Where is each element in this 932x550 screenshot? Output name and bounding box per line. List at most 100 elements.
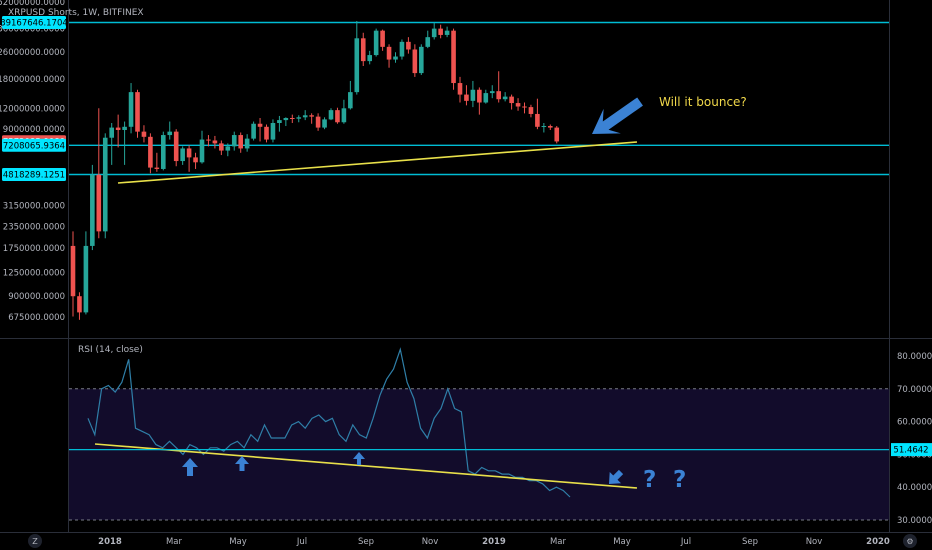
price-tick-label: 9000000.0000 <box>3 125 65 135</box>
bounce-annotation[interactable]: Will it bounce? <box>659 95 747 109</box>
candle <box>444 26 450 38</box>
candle-body <box>464 94 469 101</box>
candle <box>277 115 282 132</box>
candle <box>548 124 553 130</box>
candle <box>367 50 372 65</box>
candle <box>128 83 134 134</box>
candle <box>335 107 340 124</box>
candle <box>386 44 392 68</box>
candle <box>470 80 476 108</box>
candle-body <box>354 38 360 93</box>
candle-body <box>315 116 321 128</box>
candle <box>509 94 514 110</box>
candle-body <box>483 93 489 103</box>
candle <box>148 133 153 174</box>
time-axis[interactable]: 2018 Mar May Jul Sep Nov 2019 Mar May Jul Sep Nov 20… <box>98 537 890 547</box>
candle-body <box>309 115 314 117</box>
time-tick-label: Sep <box>358 537 374 547</box>
question-mark[interactable]: ? <box>673 467 686 493</box>
candle-body <box>451 30 456 84</box>
candle-body <box>296 117 302 119</box>
big-arrow-icon[interactable] <box>584 89 649 147</box>
candle <box>115 114 121 148</box>
candle-body <box>219 143 224 151</box>
candle-body <box>225 146 231 151</box>
candle-body <box>367 55 372 62</box>
time-tick-label: Jul <box>680 537 691 547</box>
candle <box>528 104 534 118</box>
candle-body <box>477 89 482 103</box>
candle <box>96 108 102 239</box>
candle-body <box>251 123 256 139</box>
candle <box>554 126 560 144</box>
price-badge[interactable]: 7208065.9364 <box>2 138 66 152</box>
price-tick-label: 900000.0000 <box>8 292 65 302</box>
time-tick-label: 2018 <box>98 537 122 547</box>
candle-body <box>148 136 153 168</box>
time-tick-label: 2020 <box>866 537 890 547</box>
candle-body <box>199 139 205 163</box>
candle-body <box>122 126 127 130</box>
timezone-icon: Z <box>32 537 38 546</box>
candle-body <box>399 41 405 57</box>
rsi-tick-label: 80.0000 <box>897 352 932 362</box>
candle <box>393 52 398 63</box>
candle-body <box>548 126 553 128</box>
candle <box>477 87 482 115</box>
price-badges: 39167646.17047572085.90807208065.9364481… <box>0 16 68 181</box>
candle-body <box>322 119 327 128</box>
candle-body <box>102 137 108 232</box>
question-mark[interactable]: ? <box>643 467 656 493</box>
price-tick-label: 675000.0000 <box>8 313 65 323</box>
candle-body <box>231 135 237 147</box>
candle <box>315 113 321 131</box>
candle-body <box>277 120 282 124</box>
candle-body <box>380 30 385 47</box>
candle <box>373 28 379 57</box>
candle-body <box>522 106 527 108</box>
chart-canvas: 52000000.000036000000.000026000000.00001… <box>0 0 932 548</box>
candle <box>219 140 224 156</box>
candle <box>135 89 140 138</box>
candle <box>109 123 114 165</box>
rsi-value-badge: 51.4642 <box>891 443 932 457</box>
candle-body <box>244 138 250 149</box>
candle <box>322 117 327 130</box>
candle-body <box>386 46 392 60</box>
candle-body <box>186 148 192 158</box>
price-tick-label: 18000000.0000 <box>0 75 65 85</box>
price-badge[interactable]: 4818289.1251 <box>2 168 66 181</box>
candle <box>431 22 437 40</box>
rsi-axis[interactable]: 80.000070.000060.000050.000040.000030.00… <box>897 352 932 526</box>
candle-body <box>393 56 398 60</box>
candle-body <box>77 296 82 313</box>
candle <box>231 131 237 151</box>
candle <box>180 146 185 165</box>
candle <box>354 20 360 95</box>
rsi-badge-label: 51.4642 <box>893 446 928 456</box>
price-axis[interactable]: 52000000.000036000000.000026000000.00001… <box>0 0 65 323</box>
candle-body <box>96 174 102 232</box>
candle <box>541 123 547 133</box>
candle-body <box>554 127 560 142</box>
candle-body <box>109 127 114 138</box>
time-tick-label: Sep <box>742 537 758 547</box>
candle <box>173 129 179 167</box>
candle-body <box>419 46 424 74</box>
time-tick-label: Mar <box>550 537 567 547</box>
candle <box>90 164 95 251</box>
candle-body <box>141 131 147 137</box>
candle-body <box>341 108 347 123</box>
candle-body <box>173 131 179 162</box>
candle <box>290 114 295 124</box>
time-tick-label: Nov <box>422 537 439 547</box>
candle-body <box>438 28 443 35</box>
candle <box>489 85 495 99</box>
price-tick-label: 1750000.0000 <box>3 244 65 254</box>
candle-body <box>135 92 140 132</box>
price-badge[interactable]: 39167646.1704 <box>0 16 68 29</box>
candle <box>464 85 469 106</box>
price-tick-label: 26000000.0000 <box>0 48 65 58</box>
price-tick-label: 12000000.0000 <box>0 104 65 114</box>
candle <box>193 152 198 169</box>
